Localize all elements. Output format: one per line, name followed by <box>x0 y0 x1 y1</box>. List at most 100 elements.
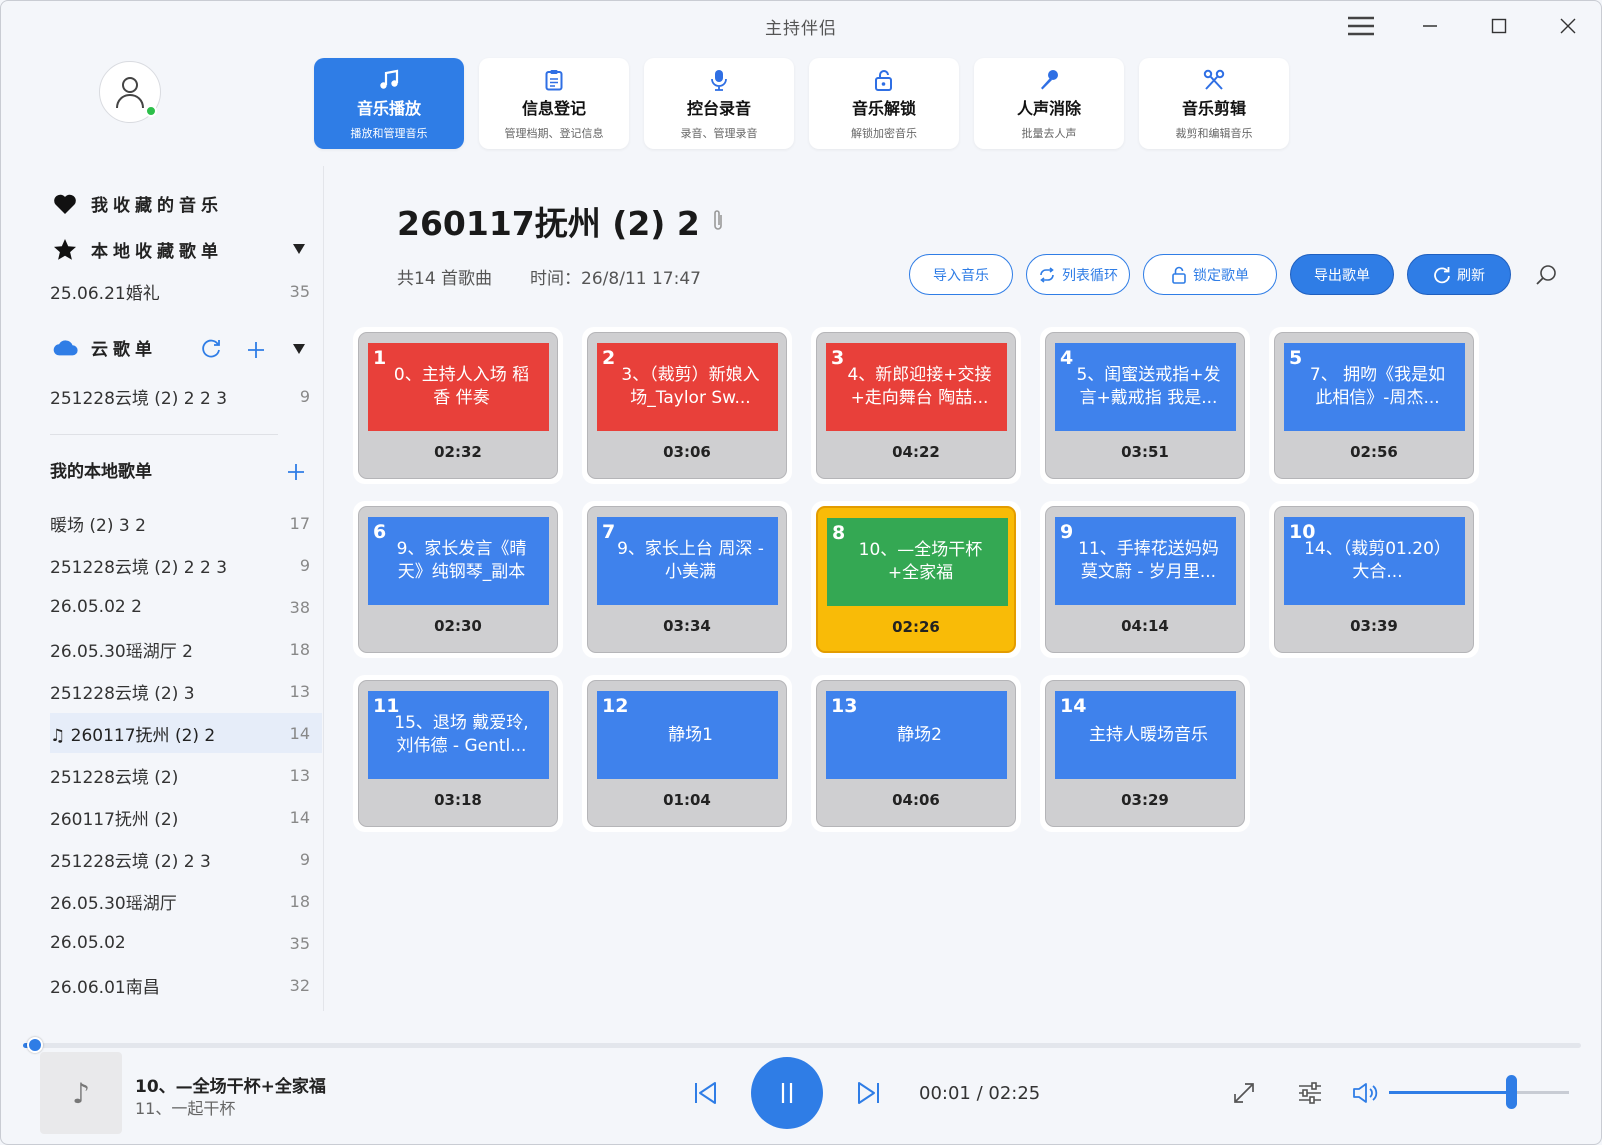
song-card[interactable]: 10 14、（裁剪01.20） 大合... 03:39 <box>1269 501 1479 658</box>
sidebar-item-playlist[interactable]: 251228云境 (2) 2 2 3 9 <box>50 545 310 585</box>
title-bar: 主持伴侣 <box>1 1 1601 49</box>
playlist-name: ♫ 260117抚州 (2) 2 <box>50 725 216 746</box>
cloud-header[interactable]: 云歌单 <box>53 335 157 360</box>
playlist-name: 暖场 (2) 3 2 <box>50 515 146 536</box>
fullscreen-button[interactable] <box>1229 1078 1259 1108</box>
song-card[interactable]: 2 3、（裁剪）新娘入场_Taylor Sw... 03:06 <box>582 327 792 484</box>
local-fav-header[interactable]: 本地收藏歌单 <box>53 237 223 262</box>
song-card[interactable]: 7 9、家长上台 周深 - 小美满 03:34 <box>582 501 792 658</box>
playback-time: 00:01 / 02:25 <box>919 1083 1041 1104</box>
playlist-name: 26.06.01南昌 <box>50 977 160 998</box>
sidebar-divider <box>323 166 324 1011</box>
close-icon[interactable] <box>1548 11 1588 41</box>
song-card[interactable]: 13 静场2 04:06 <box>811 675 1021 832</box>
volume-handle[interactable] <box>1506 1075 1518 1109</box>
song-number: 7 <box>602 521 616 543</box>
sidebar-item-playlist[interactable]: 暖场 (2) 3 2 17 <box>50 503 310 543</box>
playlist-name: 25.06.21婚礼 <box>50 283 160 304</box>
song-duration: 03:18 <box>434 791 482 809</box>
equalizer-button[interactable] <box>1295 1078 1325 1108</box>
pause-button[interactable] <box>751 1057 823 1129</box>
previous-track-button[interactable] <box>691 1077 721 1109</box>
sidebar-item-playlist[interactable]: 260117抚州 (2) 14 <box>50 797 310 837</box>
song-card[interactable]: 12 静场1 01:04 <box>582 675 792 832</box>
song-card-banner: 13 静场2 <box>826 691 1007 779</box>
sidebar-item-playlist[interactable]: 251228云境 (2) 13 <box>50 755 310 795</box>
tab-subtitle: 录音、管理录音 <box>680 126 758 140</box>
song-card[interactable]: 4 5、闺蜜送戒指+发言+戴戒指 我是... 03:51 <box>1040 327 1250 484</box>
refresh-button[interactable]: 刷新 <box>1407 254 1511 295</box>
user-icon <box>116 77 144 109</box>
playlist-title-row: 260117抚州 (2) 2 <box>397 197 724 245</box>
song-duration: 04:14 <box>1121 617 1169 635</box>
tab-music-play[interactable]: 音乐播放 播放和管理音乐 <box>314 58 464 149</box>
cloud-add-icon[interactable] <box>245 339 267 361</box>
tab-info-register[interactable]: 信息登记 管理档期、登记信息 <box>479 58 629 149</box>
song-card[interactable]: 6 9、家长发言《晴天》纯钢琴_副本 02:30 <box>353 501 563 658</box>
cloud-refresh-icon[interactable] <box>199 337 223 361</box>
volume-button[interactable] <box>1349 1078 1383 1108</box>
song-card[interactable]: 1 0、主持人入场 稻香 伴奏 02:32 <box>353 327 563 484</box>
song-card[interactable]: 3 4、新郎迎接+交接+走向舞台 陶喆... 04:22 <box>811 327 1021 484</box>
song-duration: 03:06 <box>663 443 711 461</box>
lock-playlist-button[interactable]: 锁定歌单 <box>1143 254 1277 295</box>
tab-music-edit[interactable]: 音乐剪辑 裁剪和编辑音乐 <box>1139 58 1289 149</box>
sidebar-item-playlist[interactable]: ♫ 260117抚州 (2) 2 14 <box>50 713 322 753</box>
local-fav-collapse-icon[interactable] <box>291 241 307 257</box>
add-playlist-icon[interactable] <box>285 461 307 483</box>
playback-progress-track[interactable] <box>23 1043 1581 1048</box>
search-icon[interactable] <box>1532 261 1560 289</box>
cloud-collapse-icon[interactable] <box>291 341 307 357</box>
sidebar-separator <box>50 434 278 435</box>
import-music-button[interactable]: 导入音乐 <box>909 254 1013 295</box>
tab-vocal-remove[interactable]: 人声消除 批量去人声 <box>974 58 1124 149</box>
maximize-icon[interactable] <box>1479 11 1519 41</box>
playlist-count: 14 <box>289 723 310 743</box>
song-card[interactable]: 11 15、退场 戴爱玲,刘伟德 - Gentl... 03:18 <box>353 675 563 832</box>
loop-icon <box>1040 266 1054 283</box>
sidebar-item-playlist[interactable]: 26.06.01南昌 32 <box>50 965 310 1005</box>
loop-mode-button[interactable]: 列表循环 <box>1026 254 1130 295</box>
song-card-banner: 2 3、（裁剪）新娘入场_Taylor Sw... <box>597 343 778 431</box>
playback-progress-handle[interactable] <box>27 1037 43 1053</box>
sidebar-item-playlist[interactable]: 26.05.02 35 <box>50 923 310 963</box>
sidebar-item-playlist[interactable]: 26.05.02 2 38 <box>50 587 310 627</box>
playlist-name: 251228云境 (2) 3 <box>50 683 195 704</box>
app-window: 主持伴侣 音乐播放 播放和管理音乐 信息登记 管理档期、登记信息 控台录音 录音… <box>0 0 1602 1145</box>
sidebar-item-playlist[interactable]: 26.05.30瑶湖厅 2 18 <box>50 629 310 669</box>
favorites-header[interactable]: 我收藏的音乐 <box>53 191 223 216</box>
music-note-icon <box>379 67 399 93</box>
paperclip-icon[interactable] <box>712 202 724 241</box>
minimize-icon[interactable] <box>1410 11 1450 41</box>
favorites-label: 我收藏的音乐 <box>91 196 223 216</box>
song-title: 7、 拥吻《我是如此相信》-周杰... <box>1309 365 1446 408</box>
sidebar-item-playlist[interactable]: 26.05.30瑶湖厅 18 <box>50 881 310 921</box>
playlist-count: 18 <box>289 891 310 911</box>
sidebar-item-playlist[interactable]: 251228云境 (2) 3 13 <box>50 671 310 711</box>
refresh-icon <box>1434 266 1450 283</box>
sidebar-item-cloud[interactable]: 251228云境 (2) 2 2 3 9 <box>50 376 310 416</box>
song-card-body: 3 4、新郎迎接+交接+走向舞台 陶喆... 04:22 <box>816 332 1016 479</box>
song-card[interactable]: 5 7、 拥吻《我是如此相信》-周杰... 02:56 <box>1269 327 1479 484</box>
song-card-banner: 4 5、闺蜜送戒指+发言+戴戒指 我是... <box>1055 343 1236 431</box>
speaker-icon <box>1353 1083 1378 1103</box>
avatar[interactable] <box>99 61 161 123</box>
song-card[interactable]: 8 10、—全场干杯+全家福 02:26 <box>811 501 1021 658</box>
export-playlist-button[interactable]: 导出歌单 <box>1290 254 1394 295</box>
scissors-icon <box>1203 67 1225 93</box>
song-card[interactable]: 9 11、手捧花送妈妈 莫文蔚 - 岁月里... 04:14 <box>1040 501 1250 658</box>
tab-console-record[interactable]: 控台录音 录音、管理录音 <box>644 58 794 149</box>
playlist-name: 251228云境 (2) 2 2 3 <box>50 557 228 578</box>
playlist-name: 260117抚州 (2) <box>50 809 179 830</box>
song-duration: 02:26 <box>892 618 940 636</box>
playlist-count: 18 <box>289 639 310 659</box>
next-track-button[interactable] <box>853 1077 883 1109</box>
next-track-title: 11、一起干杯 <box>135 1099 236 1118</box>
song-card[interactable]: 14 主持人暖场音乐 03:29 <box>1040 675 1250 832</box>
hamburger-menu-icon[interactable] <box>1341 11 1381 41</box>
playlist-name: 26.05.02 <box>50 933 126 953</box>
song-card-banner: 6 9、家长发言《晴天》纯钢琴_副本 <box>368 517 549 605</box>
sidebar-item-playlist[interactable]: 251228云境 (2) 2 3 9 <box>50 839 310 879</box>
tab-music-unlock[interactable]: 音乐解锁 解锁加密音乐 <box>809 58 959 149</box>
sidebar-item-local-fav[interactable]: 25.06.21婚礼 35 <box>50 271 310 311</box>
